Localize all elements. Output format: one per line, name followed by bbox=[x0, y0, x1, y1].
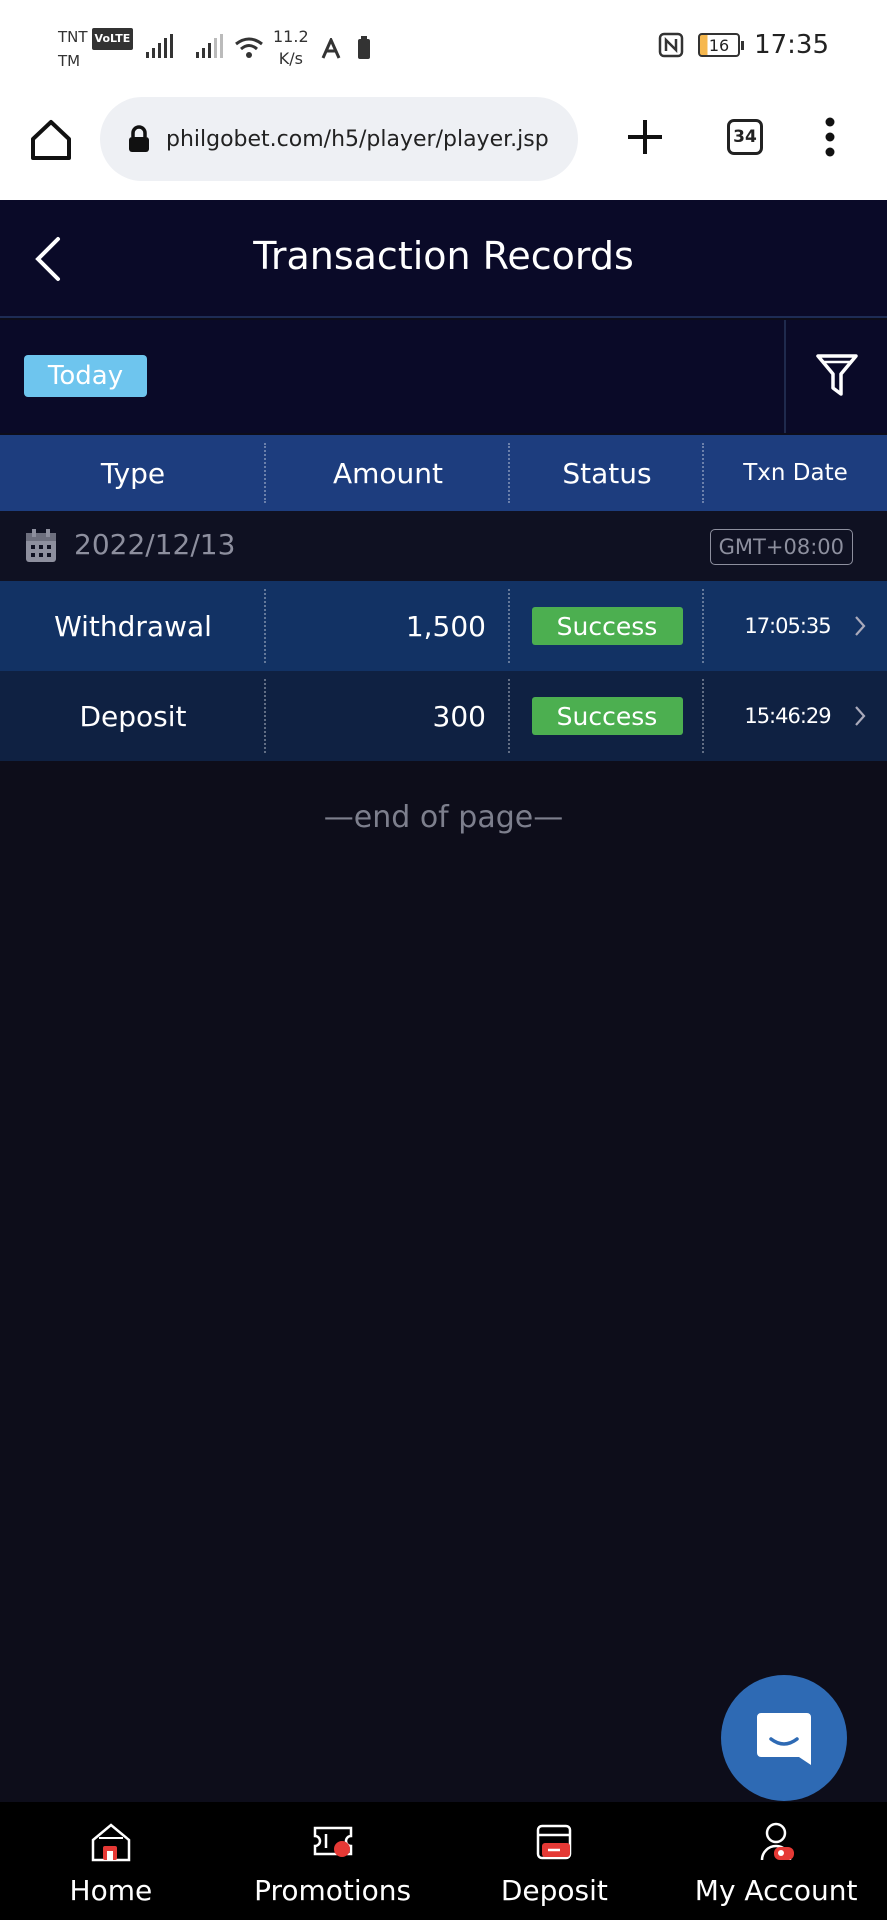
carrier-name: TNT bbox=[58, 28, 88, 46]
chevron-right-icon bbox=[855, 706, 866, 726]
home-icon bbox=[91, 1823, 131, 1862]
nav-label: Home bbox=[69, 1874, 153, 1907]
nav-label: My Account bbox=[694, 1874, 858, 1907]
ticket-icon bbox=[313, 1826, 352, 1857]
transaction-status-cell: Success bbox=[510, 671, 704, 761]
network-speed: 11.2 K/s bbox=[273, 26, 309, 70]
divider bbox=[784, 320, 786, 433]
chevron-right-icon bbox=[855, 616, 866, 636]
battery-indicator: 16 bbox=[698, 33, 745, 57]
speed-unit: K/s bbox=[278, 49, 303, 68]
status-badge: Success bbox=[531, 607, 683, 645]
transaction-type: Withdrawal bbox=[0, 581, 266, 671]
battery-level: 16 bbox=[708, 35, 730, 55]
transaction-row[interactable]: Deposit 300 Success 15:46:29 bbox=[0, 671, 887, 761]
signal-icon bbox=[146, 34, 173, 58]
column-header-amount: Amount bbox=[266, 435, 510, 511]
transaction-time-text: 17:05:35 bbox=[744, 614, 831, 638]
carrier-info: TNT VoLTE TM bbox=[58, 26, 134, 72]
clock: 17:35 bbox=[754, 30, 829, 60]
more-vert-icon[interactable] bbox=[820, 115, 840, 159]
transaction-time: 15:46:29 bbox=[704, 671, 887, 761]
end-of-page-text: —end of page— bbox=[323, 800, 564, 835]
signal-icon-2 bbox=[196, 34, 223, 58]
column-header-status: Status bbox=[510, 435, 704, 511]
account-icon bbox=[760, 1822, 795, 1861]
transaction-amount: 1,500 bbox=[266, 581, 510, 671]
tab-count: 34 bbox=[733, 127, 757, 147]
card-icon bbox=[537, 1824, 572, 1860]
nav-item-deposit[interactable]: Deposit bbox=[444, 1802, 666, 1920]
nfc-icon bbox=[658, 32, 684, 58]
carrier-name-2: TM bbox=[58, 52, 81, 70]
home-icon[interactable] bbox=[28, 117, 74, 163]
transaction-amount: 300 bbox=[266, 671, 510, 761]
column-header-type: Type bbox=[0, 435, 266, 511]
calendar-icon bbox=[26, 529, 56, 562]
table-header: Type Amount Status Txn Date bbox=[0, 435, 887, 511]
nav-item-promotions[interactable]: Promotions bbox=[222, 1802, 444, 1920]
filter-icon[interactable] bbox=[815, 352, 859, 400]
chat-support-button[interactable] bbox=[721, 1675, 847, 1801]
app-header: Transaction Records bbox=[0, 200, 887, 318]
filter-row: Today bbox=[0, 320, 887, 433]
nav-item-my-account[interactable]: My Account bbox=[665, 1802, 887, 1920]
transaction-status-cell: Success bbox=[510, 581, 704, 671]
lock-icon bbox=[129, 125, 149, 152]
transaction-row[interactable]: Withdrawal 1,500 Success 17:05:35 bbox=[0, 581, 887, 671]
date-group-header: 2022/12/13 GMT+08:00 bbox=[0, 511, 887, 581]
plus-icon[interactable] bbox=[625, 117, 665, 157]
period-chip-today[interactable]: Today bbox=[24, 355, 147, 397]
transaction-type: Deposit bbox=[0, 671, 266, 761]
bottom-navigation: Home Promotions Deposit My Account bbox=[0, 1802, 887, 1920]
status-bar: TNT VoLTE TM 11.2 K/s 16 17:35 bbox=[0, 0, 887, 95]
column-header-txn-date: Txn Date bbox=[743, 460, 848, 486]
page-title: Transaction Records bbox=[253, 234, 634, 278]
url-text: philgobet.com/h5/player/player.jsp bbox=[166, 126, 549, 152]
group-date: 2022/12/13 bbox=[74, 528, 236, 561]
chat-icon bbox=[757, 1713, 811, 1765]
nav-label: Promotions bbox=[254, 1874, 412, 1907]
status-badge: Success bbox=[531, 697, 683, 735]
nav-label: Deposit bbox=[500, 1874, 608, 1907]
nav-item-home[interactable]: Home bbox=[0, 1802, 222, 1920]
battery-alert-icon bbox=[358, 36, 370, 59]
tabs-button[interactable]: 34 bbox=[727, 119, 763, 155]
timezone-badge: GMT+08:00 bbox=[709, 529, 853, 565]
transaction-time-text: 15:46:29 bbox=[744, 704, 831, 728]
speed-value: 11.2 bbox=[273, 27, 309, 46]
url-bar[interactable]: philgobet.com/h5/player/player.jsp bbox=[100, 97, 578, 181]
autofill-icon bbox=[321, 38, 341, 59]
transaction-time: 17:05:35 bbox=[704, 581, 887, 671]
browser-toolbar: philgobet.com/h5/player/player.jsp 34 bbox=[0, 95, 887, 200]
wifi-icon bbox=[235, 37, 263, 58]
volte-badge: VoLTE bbox=[91, 28, 134, 50]
